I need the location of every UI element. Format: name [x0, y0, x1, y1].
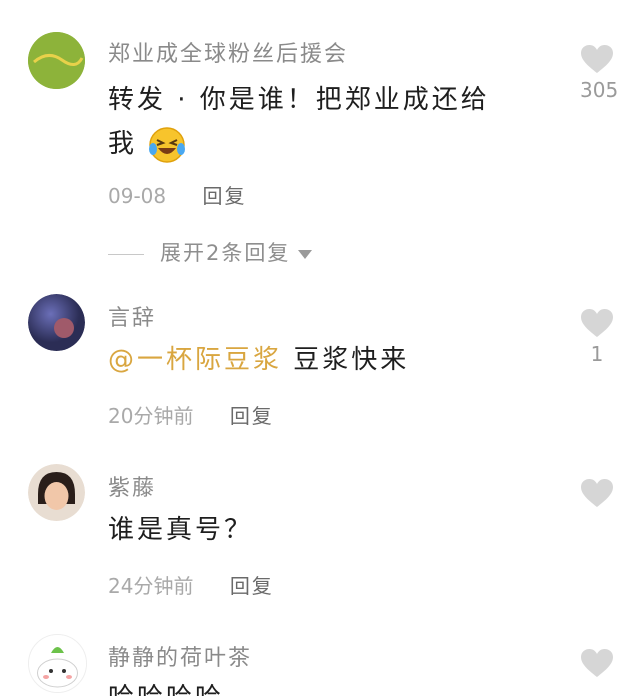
comment-text-line: 豆浆快来 — [293, 345, 410, 375]
mention-link[interactable]: @一杯际豆浆 — [108, 345, 282, 375]
like-button[interactable] — [580, 648, 614, 678]
avatar-image — [28, 32, 85, 89]
avatar[interactable] — [28, 464, 85, 521]
reply-button[interactable]: 回复 — [202, 184, 246, 208]
expand-replies-label: 展开2条回复 — [160, 241, 291, 265]
comment-username[interactable]: 静静的荷叶茶 — [108, 640, 252, 672]
comment-text-line: 哈哈哈哈 — [108, 683, 224, 696]
heart-icon — [581, 45, 613, 73]
avatar[interactable] — [28, 294, 85, 351]
comment-item: 静静的荷叶茶 哈哈哈哈 — [0, 632, 640, 696]
comment-username[interactable]: 紫藤 — [108, 470, 156, 502]
comment-username[interactable]: 郑业成全球粉丝后援会 — [108, 36, 348, 68]
comment-item: 紫藤 谁是真号？ 24分钟前 回复 — [0, 462, 640, 612]
like-button[interactable]: 1 — [580, 308, 614, 366]
comment-meta: 09-08 回复 — [108, 180, 246, 209]
like-button[interactable]: 305 — [580, 44, 619, 102]
chevron-down-icon — [298, 249, 313, 259]
avatar-image — [28, 464, 85, 521]
heart-icon — [581, 479, 613, 507]
laughing-crying-emoji-icon — [149, 126, 186, 163]
avatar-image — [29, 635, 86, 692]
comment-text: 哈哈哈哈 — [108, 676, 224, 696]
reply-button[interactable]: 回复 — [230, 574, 274, 598]
avatar-image — [28, 294, 85, 351]
avatar[interactable] — [28, 32, 85, 89]
comment-meta: 20分钟前 回复 — [108, 400, 274, 429]
divider-line — [108, 253, 144, 255]
like-count: 1 — [590, 342, 604, 366]
comment-text-line: 谁是真号？ — [108, 515, 254, 545]
comment-time: 09-08 — [108, 184, 167, 208]
like-count: 305 — [580, 78, 619, 102]
comment-text: 谁是真号？ — [108, 508, 253, 552]
comment-item: 言辞 @一杯际豆浆 豆浆快来 20分钟前 回复 1 — [0, 290, 640, 440]
expand-replies-button[interactable]: 展开2条回复 — [108, 237, 313, 267]
comment-text-line: 转发 · 你是谁！把郑业成还给 — [108, 85, 490, 115]
comment-text: @一杯际豆浆 豆浆快来 — [108, 338, 409, 382]
comment-text: 转发 · 你是谁！把郑业成还给 我 — [108, 78, 490, 166]
reply-button[interactable]: 回复 — [230, 404, 274, 428]
comment-item: 郑业成全球粉丝后援会 转发 · 你是谁！把郑业成还给 我 09-08 回复 30… — [0, 0, 640, 280]
comment-time: 24分钟前 — [108, 574, 194, 598]
like-button[interactable] — [580, 478, 614, 508]
avatar[interactable] — [28, 634, 87, 693]
comment-username[interactable]: 言辞 — [108, 300, 156, 332]
heart-icon — [581, 649, 613, 677]
comment-time: 20分钟前 — [108, 404, 194, 428]
heart-icon — [581, 309, 613, 337]
comment-meta: 24分钟前 回复 — [108, 570, 274, 599]
comment-text-line: 我 — [108, 129, 138, 159]
